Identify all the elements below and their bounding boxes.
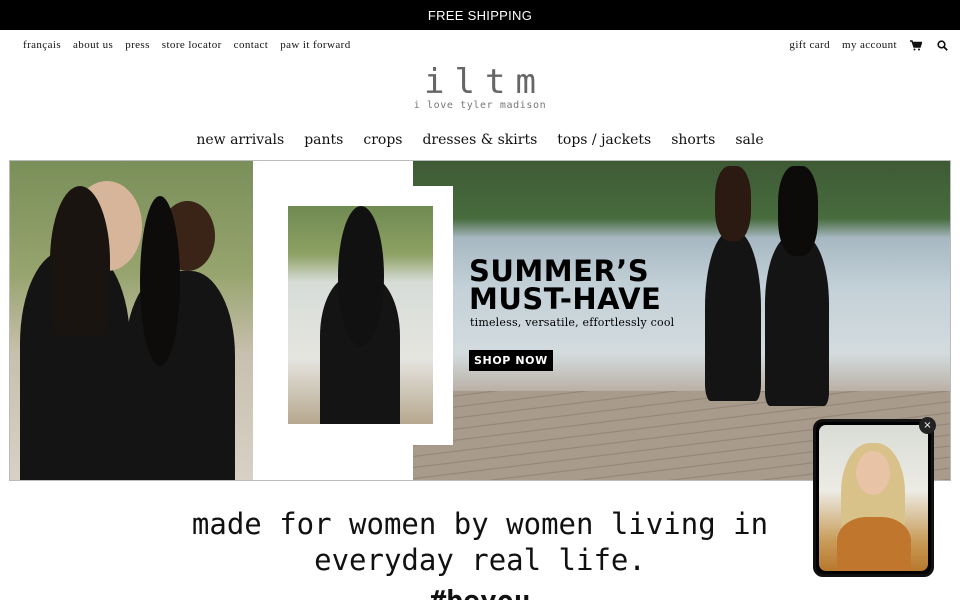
brand-logo[interactable]: iltm i love tyler madison xyxy=(0,62,960,111)
link-francais[interactable]: français xyxy=(23,39,61,51)
link-gift-card[interactable]: gift card xyxy=(789,39,830,51)
main-nav: new arrivals pants crops dresses & skirt… xyxy=(0,132,960,148)
hashtag: #beyou xyxy=(380,584,580,600)
link-store-locator[interactable]: store locator xyxy=(162,39,222,51)
hero-photo-left xyxy=(10,161,253,480)
brand-statement: made for women by women living in everyd… xyxy=(191,507,769,577)
nav-dresses-skirts[interactable]: dresses & skirts xyxy=(422,132,537,148)
shop-now-button[interactable]: SHOP NOW xyxy=(469,350,553,371)
utility-nav-right: gift card my account xyxy=(789,39,949,51)
logo-tagline: i love tyler madison xyxy=(413,100,547,111)
link-paw-it-forward[interactable]: paw it forward xyxy=(280,39,350,51)
hero-subtitle: timeless, versatile, effortlessly cool xyxy=(470,316,675,329)
model-braids-4 xyxy=(778,166,818,256)
promo-bar: FREE SHIPPING xyxy=(0,0,960,30)
model-hair xyxy=(50,186,110,336)
nav-sale[interactable]: sale xyxy=(735,132,763,148)
link-my-account[interactable]: my account xyxy=(842,39,897,51)
model-figure-3 xyxy=(705,231,761,401)
nav-shorts[interactable]: shorts xyxy=(671,132,715,148)
video-person-shirt xyxy=(837,517,911,571)
hero-banner[interactable]: SUMMER’S MUST-HAVE timeless, versatile, … xyxy=(9,160,951,481)
hero-inset-photo xyxy=(275,186,453,445)
close-icon[interactable]: × xyxy=(919,417,936,434)
inset-model-braids xyxy=(338,206,384,346)
inset-image xyxy=(288,206,433,424)
nav-new-arrivals[interactable]: new arrivals xyxy=(196,132,284,148)
link-press[interactable]: press xyxy=(125,39,150,51)
nav-pants[interactable]: pants xyxy=(304,132,343,148)
model-hair-3 xyxy=(715,166,751,241)
hero-title-line-1: SUMMER’S xyxy=(469,254,650,288)
video-thumbnail xyxy=(819,425,928,571)
nav-tops-jackets[interactable]: tops / jackets xyxy=(557,132,651,148)
nav-crops[interactable]: crops xyxy=(363,132,402,148)
hero-title-line-2: MUST-HAVE xyxy=(469,282,662,316)
hero-title: SUMMER’S MUST-HAVE xyxy=(469,254,662,316)
link-about-us[interactable]: about us xyxy=(73,39,113,51)
video-popup[interactable] xyxy=(813,419,934,577)
promo-text: FREE SHIPPING xyxy=(427,7,533,23)
cart-icon[interactable] xyxy=(909,39,923,51)
link-contact[interactable]: contact xyxy=(234,39,269,51)
search-icon[interactable] xyxy=(935,39,949,51)
model-braids xyxy=(140,196,180,366)
utility-nav-left: français about us press store locator co… xyxy=(23,39,351,51)
logo-mark: iltm xyxy=(424,62,546,102)
video-person-face xyxy=(856,451,890,495)
model-figure-4 xyxy=(765,236,829,406)
